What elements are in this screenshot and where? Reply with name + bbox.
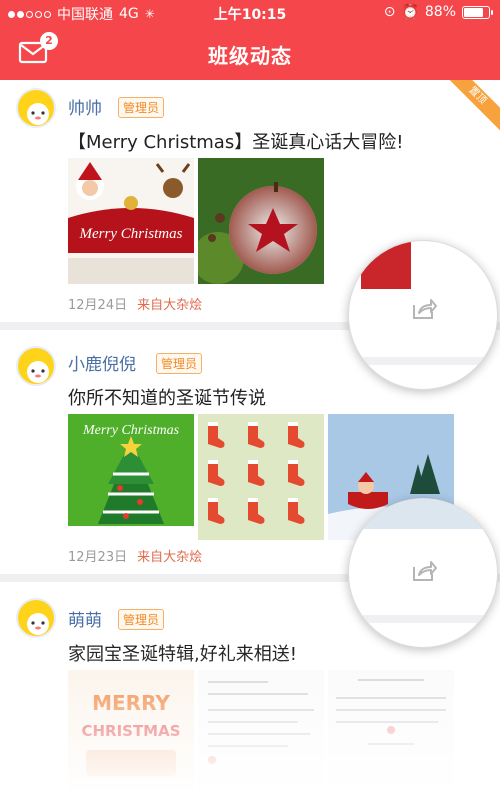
- post-meta: 12月24日 来自大杂烩: [68, 294, 202, 313]
- feed: 置顶 帅帅 管理员 【Merry Christmas】圣诞真心话大冒险! Mer…: [0, 80, 500, 790]
- author-name[interactable]: 帅帅: [68, 94, 102, 119]
- frosted-apple-image[interactable]: [198, 158, 324, 284]
- image-row: MERRY CHRISTMAS: [68, 670, 454, 790]
- page-title: 班级动态: [208, 44, 292, 68]
- avatar[interactable]: [16, 346, 56, 386]
- poster-line-2: CHRISTMAS: [81, 722, 180, 740]
- document-page-image[interactable]: [328, 670, 454, 790]
- share-magnifier: [348, 498, 498, 648]
- role-badge: 管理员: [156, 353, 203, 374]
- post-date: 12月23日: [68, 550, 128, 565]
- image-row: Merry Christmas: [68, 158, 324, 284]
- alarm-icon: ⏰: [401, 4, 419, 20]
- post-text[interactable]: 你所不知道的圣诞节传说: [68, 384, 266, 410]
- author-name[interactable]: 萌萌: [68, 606, 102, 631]
- post-source[interactable]: 来自大杂烩: [137, 550, 202, 565]
- document-page-image[interactable]: [198, 670, 324, 790]
- nav-bar: 2 班级动态: [0, 26, 500, 80]
- share-magnifier: [348, 240, 498, 390]
- avatar[interactable]: [16, 88, 56, 128]
- status-right: ⊙ ⏰ 88%: [383, 4, 493, 20]
- avatar[interactable]: [16, 598, 56, 638]
- share-icon[interactable]: [411, 559, 437, 583]
- post-source[interactable]: 来自大杂烩: [137, 298, 202, 313]
- battery-percent: 88%: [424, 4, 456, 20]
- post-date: 12月24日: [68, 298, 128, 313]
- poster-line-1: MERRY: [92, 691, 170, 715]
- rotation-lock-icon: ⊙: [383, 4, 396, 20]
- merry-christmas-poster-image[interactable]: MERRY CHRISTMAS: [68, 670, 194, 790]
- christmas-tree-image[interactable]: Merry Christmas: [68, 414, 194, 540]
- stockings-grid-image[interactable]: [198, 414, 324, 540]
- post-text[interactable]: 家园宝圣诞特辑,好礼来相送!: [68, 640, 297, 666]
- role-badge: 管理员: [118, 97, 165, 118]
- battery-icon: [462, 5, 493, 19]
- christmas-card-image[interactable]: Merry Christmas: [68, 158, 194, 284]
- share-icon[interactable]: [411, 297, 437, 321]
- author-name[interactable]: 小鹿倪倪: [68, 350, 136, 375]
- post-meta: 12月23日 来自大杂烩: [68, 546, 202, 565]
- pinned-ribbon: 置顶: [439, 80, 500, 134]
- status-bar: 中国联通 4G ✳ 上午10:15 ⊙ ⏰ 88%: [0, 0, 500, 26]
- role-badge: 管理员: [118, 609, 165, 630]
- post-text[interactable]: 【Merry Christmas】圣诞真心话大冒险!: [68, 128, 403, 154]
- tree-caption: Merry Christmas: [82, 423, 180, 438]
- card-caption: Merry Christmas: [79, 226, 183, 242]
